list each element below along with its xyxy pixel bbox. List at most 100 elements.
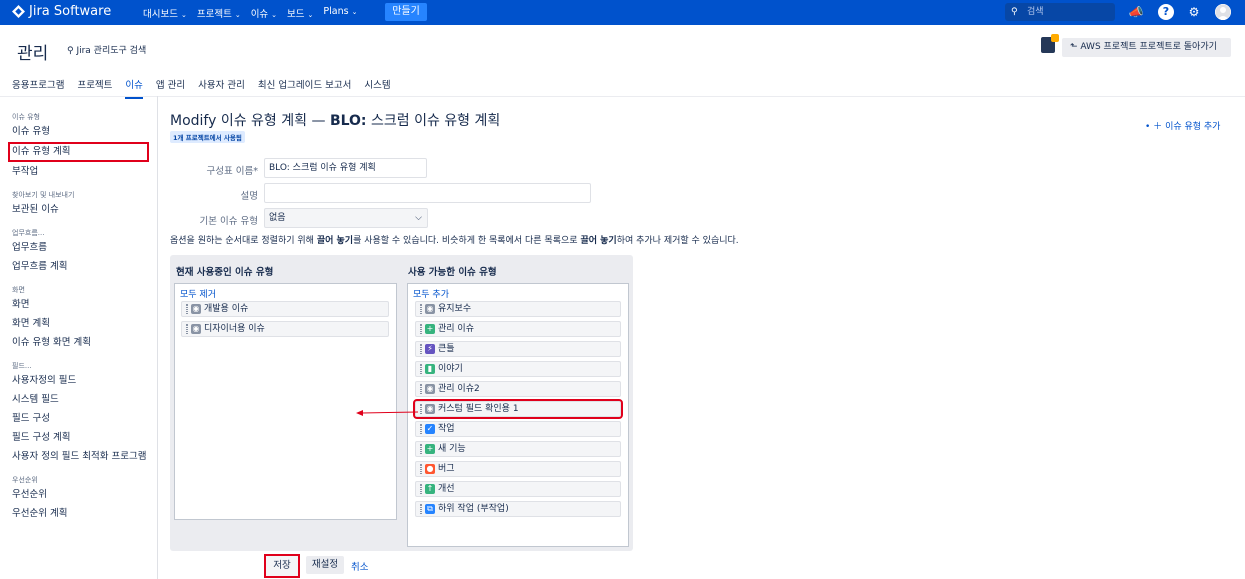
current-types-list[interactable] xyxy=(174,283,397,520)
issue-type-item[interactable]: ✓ 작업 xyxy=(415,421,621,437)
help-icon[interactable]: ? xyxy=(1158,4,1174,20)
sidebar-item[interactable]: 부작업 xyxy=(12,165,152,179)
sidebar-item[interactable]: 화면 계획 xyxy=(12,317,152,331)
search-placeholder: 검색 xyxy=(1027,7,1044,17)
instr-text: 하여 추가나 제거할 수 있습니다. xyxy=(616,236,739,246)
issue-type-label: 관리 이슈2 xyxy=(438,384,480,394)
cancel-link[interactable]: 취소 xyxy=(351,559,368,573)
issue-type-item[interactable]: ↑ 개선 xyxy=(415,481,621,497)
sidebar-item[interactable]: 사용자 정의 필드 최적화 프로그램 xyxy=(12,450,152,464)
sidebar-item[interactable]: 업무흐름 xyxy=(12,241,152,255)
add-issue-type-link[interactable]: • ＋ 이슈 유형 추가 xyxy=(1145,119,1220,132)
create-button[interactable]: 만들기 xyxy=(385,3,427,21)
sidebar-item[interactable]: 이슈 유형 계획 xyxy=(8,142,149,162)
plus-icon: + xyxy=(425,324,435,334)
bookmark-icon: ▮ xyxy=(425,364,435,374)
check-icon: ✓ xyxy=(425,424,435,434)
drag-handle-icon[interactable] xyxy=(420,304,422,314)
notifications-megaphone-icon[interactable]: 📣 xyxy=(1128,4,1144,20)
gray-circle-icon: ◉ xyxy=(191,304,201,314)
feedback-icon[interactable] xyxy=(1041,34,1059,53)
sidebar-item[interactable]: 필드 구성 계획 xyxy=(12,431,152,445)
drag-handle-icon[interactable] xyxy=(420,364,422,374)
sidebar-item[interactable]: 우선순위 계획 xyxy=(12,507,152,521)
top-navigation-bar: Jira Software 대시보드 ⌄ 프로젝트 ⌄ 이슈 ⌄ 보드 ⌄ Plans ⌄… xyxy=(0,0,1245,25)
notification-badge xyxy=(1051,34,1059,42)
drag-handle-icon[interactable] xyxy=(420,504,422,514)
available-types-title: 사용 가능한 이슈 유형 xyxy=(408,267,497,278)
admin-search-label: Jira 관리도구 검색 xyxy=(76,46,147,56)
avatar[interactable] xyxy=(1215,4,1231,20)
select-value: 없음 xyxy=(269,213,286,223)
nav-projects[interactable]: 프로젝트 ⌄ xyxy=(197,6,241,20)
sidebar-item[interactable]: 이슈 유형 화면 계획 xyxy=(12,336,152,350)
nav-plans[interactable]: Plans ⌄ xyxy=(323,6,357,20)
drag-handle-icon[interactable] xyxy=(420,344,422,354)
remove-all-link[interactable]: 모두 제거 xyxy=(180,287,216,300)
back-arrow-icon: ⬑ xyxy=(1070,42,1081,52)
issue-type-item[interactable]: ⚡ 큰틀 xyxy=(415,341,621,357)
nav-label: Plans xyxy=(323,6,349,17)
back-to-project-button[interactable]: ⬑ AWS 프로젝트 프로젝트로 돌아가기 xyxy=(1062,38,1231,57)
sidebar-item[interactable]: 필드 구성 xyxy=(12,412,152,426)
nav-dashboards[interactable]: 대시보드 ⌄ xyxy=(143,6,187,20)
issue-type-item[interactable]: ◉ 개발용 이슈 xyxy=(181,301,389,317)
add-all-link[interactable]: 모두 추가 xyxy=(413,287,449,300)
drag-handle-icon[interactable] xyxy=(420,404,422,414)
nav-boards[interactable]: 보드 ⌄ xyxy=(287,6,313,20)
sidebar-item[interactable]: 사용자정의 필드 xyxy=(12,374,152,388)
plus-icon: + xyxy=(425,444,435,454)
drag-handle-icon[interactable] xyxy=(186,324,188,334)
issue-type-item[interactable]: + 새 기능 xyxy=(415,441,621,457)
issue-type-item[interactable]: ◉ 유지보수 xyxy=(415,301,621,317)
drag-handle-icon[interactable] xyxy=(420,444,422,454)
sidebar-item[interactable]: 보관된 이슈 xyxy=(12,203,152,217)
instr-bold: 끌어 놓기 xyxy=(316,236,354,246)
admin-search-link[interactable]: ⚲ Jira 관리도구 검색 xyxy=(67,43,146,56)
nav-issues[interactable]: 이슈 ⌄ xyxy=(251,6,277,20)
sidebar-item[interactable]: 우선순위 xyxy=(12,488,152,502)
drag-handle-icon[interactable] xyxy=(420,384,422,394)
title-mid: 이슈 유형 계획 — xyxy=(220,113,326,129)
sidebar: 이슈 유형 이슈 유형 이슈 유형 계획 부작업 찾아보기 및 내보내기 보관된 이슈 업무… xyxy=(8,108,152,526)
save-button[interactable]: 저장 xyxy=(264,554,300,578)
search-input[interactable]: ⚲ 검색 xyxy=(1005,3,1115,21)
issue-type-item[interactable]: ◉ 디자이너용 이슈 xyxy=(181,321,389,337)
description-field[interactable] xyxy=(264,183,591,203)
scheme-name-label: 구성표 이름* xyxy=(206,166,258,177)
sidebar-item[interactable]: 시스템 필드 xyxy=(12,393,152,407)
sidebar-item[interactable]: 화면 xyxy=(12,298,152,312)
reset-button[interactable]: 재설정 xyxy=(306,556,344,574)
sidebar-item[interactable]: 이슈 유형 xyxy=(12,125,152,139)
nav-label: 보드 xyxy=(287,9,305,20)
drag-handle-icon[interactable] xyxy=(186,304,188,314)
default-issue-type-select[interactable]: 없음 ⌵ xyxy=(264,208,428,228)
search-icon: ⚲ xyxy=(1011,7,1018,17)
lightning-icon: ⚡ xyxy=(425,344,435,354)
drag-handle-icon[interactable] xyxy=(420,484,422,494)
chevron-down-icon: ⌄ xyxy=(351,8,358,16)
issue-type-item[interactable]: ⧉ 하위 작업 (부작업) xyxy=(415,501,621,517)
issue-type-item[interactable]: ● 버그 xyxy=(415,461,621,477)
sidebar-item[interactable]: 업무흐름 계획 xyxy=(12,260,152,274)
scheme-name-field[interactable]: BLO: 스크럼 이슈 유형 계획 xyxy=(264,158,427,178)
gear-icon[interactable]: ⚙ xyxy=(1186,4,1202,20)
usage-lozenge[interactable]: 1개 프로젝트에서 사용됨 xyxy=(170,131,245,143)
issue-type-item[interactable]: + 관리 이슈 xyxy=(415,321,621,337)
gray-circle-icon: ◉ xyxy=(425,404,435,414)
issue-type-item[interactable]: ◉ 관리 이슈2 xyxy=(415,381,621,397)
issue-type-item[interactable]: ▮ 이야기 xyxy=(415,361,621,377)
jira-logo[interactable]: Jira Software xyxy=(12,4,111,19)
nav-label: 이슈 xyxy=(250,9,269,20)
sidebar-group-title: 이슈 유형 xyxy=(12,113,40,121)
drag-handle-icon[interactable] xyxy=(420,464,422,474)
drag-instructions: 옵션을 원하는 순서대로 정렬하기 위해 끌어 놓기를 사용할 수 있습니다. … xyxy=(170,233,739,246)
drag-handle-icon[interactable] xyxy=(420,324,422,334)
issue-type-label: 개선 xyxy=(438,484,455,494)
drag-handle-icon[interactable] xyxy=(420,424,422,434)
description-label: 설명 xyxy=(240,191,258,202)
issue-type-item[interactable]: ◉ 커스텀 필드 확인용 1 xyxy=(413,399,623,419)
default-issue-type-label: 기본 이슈 유형 xyxy=(199,216,258,227)
instr-text: 를 사용할 수 있습니다. 비슷하게 한 목록에서 다른 목록으로 xyxy=(353,236,578,246)
arrow-up-icon: ↑ xyxy=(425,484,435,494)
